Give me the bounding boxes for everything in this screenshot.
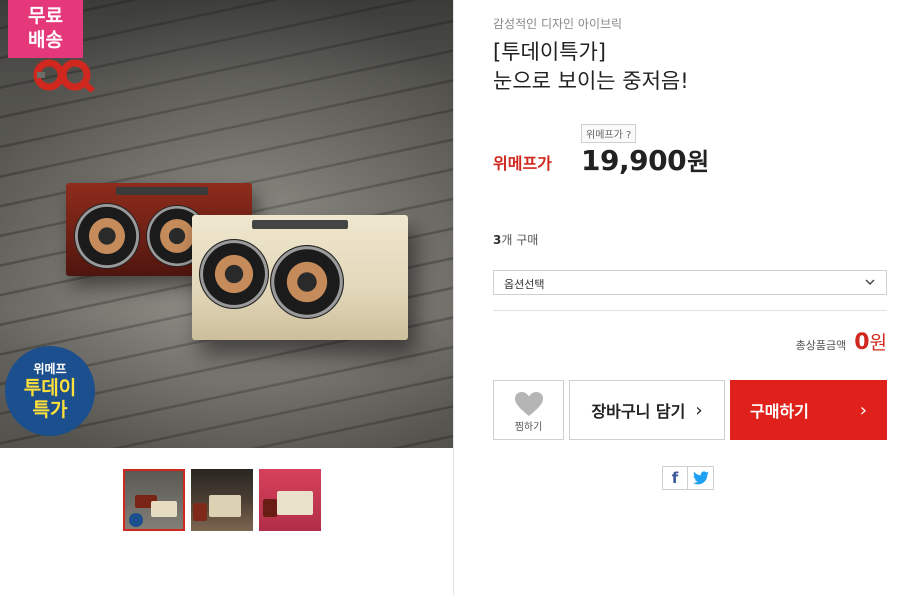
free-shipping-line1: 무료 bbox=[28, 5, 63, 27]
product-main-image: 무료 배송 위메프 투데이 특가 bbox=[0, 0, 453, 448]
product-price: 19,900원 bbox=[581, 142, 709, 177]
section-divider bbox=[493, 310, 887, 311]
speaker-driver bbox=[270, 245, 344, 319]
add-to-cart-button[interactable]: 장바구니 담기 › bbox=[569, 380, 725, 440]
badge-line1: 투데이 bbox=[23, 377, 77, 399]
brand-logo bbox=[33, 59, 95, 92]
buy-now-button[interactable]: 구매하기 › bbox=[730, 380, 887, 440]
purchase-actions: 찜하기 장바구니 담기 › 구매하기 › bbox=[493, 380, 887, 440]
thumbnail-1[interactable] bbox=[123, 469, 185, 531]
add-to-cart-label: 장바구니 담기 bbox=[591, 402, 686, 421]
wemake-price-label: 위메프가 bbox=[493, 154, 552, 173]
twitter-share-button[interactable] bbox=[688, 466, 714, 490]
column-divider bbox=[453, 0, 454, 595]
cream-speaker-image bbox=[192, 215, 408, 340]
badge-line2: 특가 bbox=[32, 399, 68, 421]
option-select-value: 옵션선택 bbox=[504, 278, 545, 291]
total-price-unit: 원 bbox=[869, 332, 887, 354]
option-select[interactable]: 옵션선택 bbox=[493, 270, 887, 295]
product-subtitle: 감성적인 디자인 아이브릭 bbox=[493, 17, 623, 31]
thumbnail-2[interactable] bbox=[191, 469, 253, 531]
price-unit: 원 bbox=[687, 148, 710, 176]
today-special-badge: 위메프 투데이 특가 bbox=[5, 346, 95, 436]
total-price-amount: 0원 bbox=[854, 328, 887, 355]
free-shipping-line2: 배송 bbox=[28, 29, 63, 51]
speaker-driver bbox=[199, 239, 269, 309]
chevron-right-icon: › bbox=[859, 399, 867, 421]
price-value: 19,900 bbox=[581, 144, 687, 177]
wish-button[interactable]: 찜하기 bbox=[493, 380, 564, 440]
wemake-price-help-button[interactable]: 위메프가 ? bbox=[581, 124, 637, 143]
sold-count: 3개 구매 bbox=[493, 231, 538, 248]
product-title-line1: [투데이특가] bbox=[493, 40, 606, 64]
facebook-share-button[interactable]: f bbox=[662, 466, 688, 490]
sold-count-suffix: 개 구매 bbox=[501, 233, 539, 247]
thumbnail-3[interactable] bbox=[259, 469, 321, 531]
wish-button-label: 찜하기 bbox=[514, 422, 543, 433]
speaker-driver bbox=[74, 203, 140, 269]
total-price: 총상품금액 0원 bbox=[796, 328, 887, 355]
total-price-label: 총상품금액 bbox=[795, 339, 847, 352]
total-price-value: 0 bbox=[854, 330, 870, 355]
badge-brand-text: 위메프 bbox=[33, 362, 67, 376]
product-title: [투데이특가] 눈으로 보이는 중저음! bbox=[493, 38, 689, 96]
chevron-right-icon: › bbox=[695, 399, 703, 421]
buy-now-label: 구매하기 bbox=[750, 402, 809, 421]
heart-icon bbox=[514, 392, 543, 416]
twitter-icon bbox=[692, 471, 709, 485]
share-buttons: f bbox=[662, 466, 714, 490]
product-title-line2: 눈으로 보이는 중저음! bbox=[493, 69, 689, 93]
facebook-icon: f bbox=[671, 469, 679, 487]
chevron-down-icon bbox=[865, 279, 875, 285]
free-shipping-badge: 무료 배송 bbox=[8, 0, 83, 58]
thumbnail-list bbox=[123, 469, 321, 531]
